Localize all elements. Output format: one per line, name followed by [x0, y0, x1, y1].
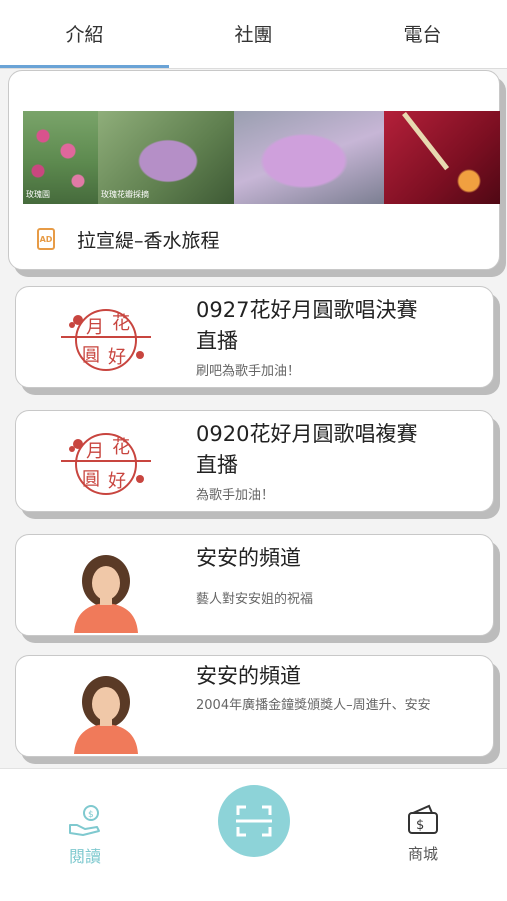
item-subtitle: 刷吧為歌手加油！ — [196, 364, 301, 379]
logo-char: 圓 — [82, 345, 100, 366]
content-list[interactable]: 玫瑰園 玫瑰花瓣採摘 AD 拉宣緹–香水旅程 月 花 圓 好 0927花好月圓歌… — [0, 68, 507, 768]
logo-char: 好 — [108, 471, 126, 492]
item-subtitle: 藝人對安安姐的祝福 — [196, 592, 314, 607]
wallet-dollar-icon: $ — [408, 804, 438, 834]
rose-garden-photo: 玫瑰園 — [23, 111, 98, 204]
logo-char: 月 — [86, 317, 104, 338]
banner-caption: 玫瑰園 — [26, 190, 50, 199]
banner-caption: 玫瑰花瓣採摘 — [101, 190, 149, 199]
host-avatar — [56, 674, 156, 754]
tab-club[interactable]: 社團 — [169, 0, 338, 68]
top-tab-bar: 介紹 社團 電台 — [0, 0, 507, 69]
list-item[interactable]: 安安的頻道 藝人對安安姐的祝福 — [15, 534, 494, 636]
scan-button[interactable] — [218, 785, 290, 857]
nav-read-label: 閱讀 — [68, 847, 101, 866]
ad-banner-image: 玫瑰園 玫瑰花瓣採摘 — [23, 111, 500, 204]
petal-bucket-photo — [234, 111, 384, 204]
nav-shop[interactable]: $ 商城 — [378, 803, 468, 864]
item-title: 0927花好月圓歌唱決賽 直播 — [196, 298, 418, 353]
item-subtitle: 為歌手加油！ — [196, 488, 275, 503]
nav-read[interactable]: $ 閱讀 — [40, 803, 130, 867]
moon-flower-logo: 月 花 圓 好 — [56, 429, 156, 499]
bottom-nav-bar: $ 閱讀 $ 商城 — [0, 768, 507, 901]
list-item[interactable]: 安安的頻道 2004年廣播金鐘獎頒獎人–周進升、安安 — [15, 655, 494, 757]
hand-coin-icon: $ — [69, 805, 100, 836]
list-item[interactable]: 月 花 圓 好 0927花好月圓歌唱決賽 直播 刷吧為歌手加油！ — [15, 286, 494, 388]
ad-card[interactable]: 玫瑰園 玫瑰花瓣採摘 AD 拉宣緹–香水旅程 — [8, 70, 500, 270]
logo-char: 月 — [86, 441, 104, 462]
item-title: 安安的頻道 — [196, 664, 301, 688]
perfume-dropper-photo — [384, 111, 500, 204]
logo-char: 好 — [108, 347, 126, 368]
ad-icon: AD — [37, 228, 55, 250]
logo-char: 圓 — [82, 469, 100, 490]
svg-text:$: $ — [416, 818, 424, 833]
logo-char: 花 — [112, 313, 130, 334]
tab-radio[interactable]: 電台 — [338, 0, 507, 68]
tab-intro[interactable]: 介紹 — [0, 0, 169, 68]
nav-shop-label: 商城 — [407, 845, 438, 863]
item-title: 0920花好月圓歌唱複賽 直播 — [196, 422, 418, 477]
petal-harvest-photo: 玫瑰花瓣採摘 — [98, 111, 234, 204]
logo-char: 花 — [112, 437, 130, 458]
ad-title: 拉宣緹–香水旅程 — [77, 230, 220, 252]
item-title: 安安的頻道 — [196, 546, 301, 570]
host-avatar — [56, 553, 156, 633]
svg-text:$: $ — [88, 810, 94, 820]
item-subtitle: 2004年廣播金鐘獎頒獎人–周進升、安安 — [196, 698, 431, 713]
list-item[interactable]: 月 花 圓 好 0920花好月圓歌唱複賽 直播 為歌手加油！ — [15, 410, 494, 512]
scan-icon — [236, 805, 272, 837]
moon-flower-logo: 月 花 圓 好 — [56, 305, 156, 375]
